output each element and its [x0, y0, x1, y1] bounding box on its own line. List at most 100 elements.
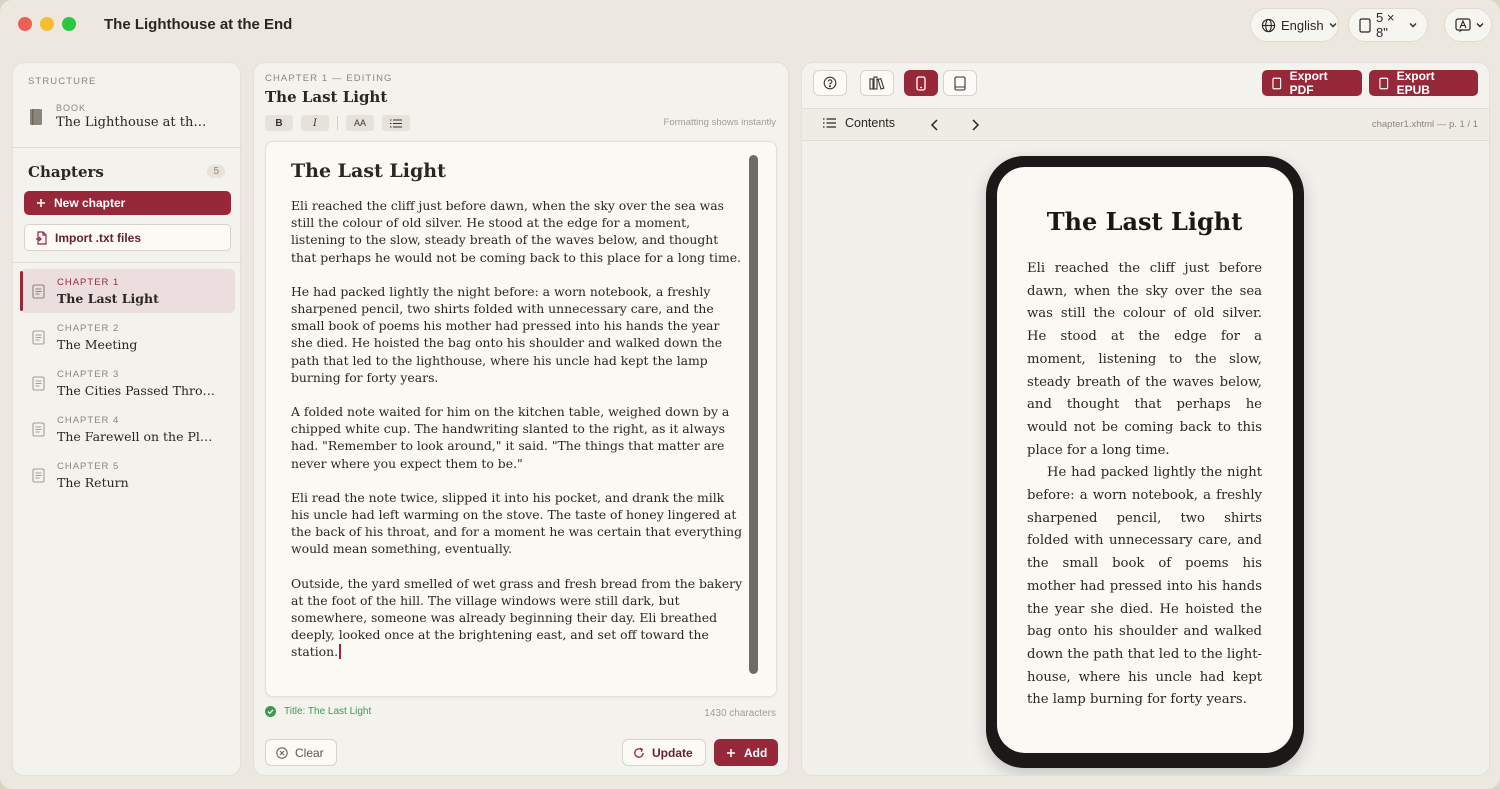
add-label: Add	[744, 745, 768, 760]
editor-scrollbar[interactable]	[749, 155, 758, 674]
preview-stage: The Last Light Eli reached the cliff jus…	[802, 142, 1489, 775]
chapter-editor: CHAPTER 1 — EDITING The Last Light B I A…	[253, 62, 789, 776]
app-window: The Lighthouse at the End English 5 × 8"…	[0, 0, 1500, 789]
editor-paragraph: Outside, the yard smelled of wet grass a…	[291, 575, 743, 660]
preview-navigation: Contents chapter1.xhtml — p. 1 / 1	[802, 108, 1489, 141]
formatting-toolbar: B I AA	[265, 115, 410, 131]
preview-panel: Export PDF Export EPUB Contents chapter1…	[801, 62, 1490, 776]
editor-content: The Last Light Eli reached the cliff jus…	[291, 160, 743, 678]
chapter-label: CHAPTER 3	[57, 368, 120, 380]
contents-label: Contents	[845, 116, 896, 130]
chapter-text-area[interactable]: The Last Light Eli reached the cliff jus…	[265, 141, 777, 697]
check-circle-icon	[265, 706, 276, 717]
file-import-icon	[36, 230, 47, 245]
chapter-item-5[interactable]: CHAPTER 5 The Return	[20, 453, 235, 497]
new-chapter-button[interactable]: New chapter	[24, 191, 231, 215]
chapter-item-3[interactable]: CHAPTER 3 The Cities Passed Throu...	[20, 361, 235, 405]
book-title: The Lighthouse at the E...	[56, 115, 211, 130]
document-icon	[32, 329, 45, 345]
chevron-left-icon	[930, 119, 938, 131]
editor-paragraph: A folded note waited for him on the kitc…	[291, 404, 730, 471]
document-icon	[32, 467, 45, 483]
export-pdf-button[interactable]: Export PDF	[1262, 69, 1362, 97]
pdf-file-icon	[1272, 77, 1282, 89]
divider	[13, 147, 242, 148]
editor-paragraph: Eli reached the cliff just before dawn, …	[291, 198, 741, 265]
export-pdf-label: Export PDF	[1289, 69, 1328, 97]
clear-label: Clear	[295, 745, 324, 760]
chapter-title: The Farewell on the Platf...	[57, 428, 217, 444]
minimize-window-button[interactable]	[40, 17, 54, 31]
formatting-hint: Formatting shows instantly	[663, 117, 776, 128]
close-window-button[interactable]	[18, 17, 32, 31]
chapter-title: The Meeting	[57, 336, 138, 352]
divider	[13, 262, 242, 263]
preview-paragraph: He had packed lightly the night before: …	[1027, 465, 1262, 708]
list-icon	[823, 118, 836, 128]
chapters-heading: Chapters	[28, 163, 104, 181]
next-page-button[interactable]	[967, 117, 983, 133]
update-button[interactable]: Update	[622, 739, 706, 766]
book-item[interactable]: BOOK The Lighthouse at the E...	[28, 103, 211, 130]
chapter-count-badge: 5	[207, 165, 225, 178]
document-icon	[32, 283, 45, 299]
tablet-view-button[interactable]	[943, 70, 977, 96]
books-icon	[869, 76, 885, 90]
chapter-label: CHAPTER 5	[57, 460, 120, 472]
library-view-button[interactable]	[860, 70, 894, 96]
phone-icon	[916, 75, 926, 91]
bold-button[interactable]: B	[265, 115, 293, 131]
globe-icon	[1261, 18, 1276, 32]
document-icon	[32, 375, 45, 391]
page-size-select[interactable]: 5 × 8"	[1348, 8, 1428, 42]
chapter-title: The Cities Passed Throu...	[57, 382, 217, 398]
italic-button[interactable]: I	[301, 115, 329, 131]
chapter-item-2[interactable]: CHAPTER 2 The Meeting	[20, 315, 235, 359]
chapter-item-1[interactable]: CHAPTER 1 The Last Light	[20, 269, 235, 313]
clear-button[interactable]: Clear	[265, 739, 337, 766]
character-count: 1430 characters	[704, 708, 776, 719]
chevron-right-icon	[971, 119, 979, 131]
add-button[interactable]: Add	[714, 739, 778, 766]
title-status-text: Title: The Last Light	[284, 706, 372, 717]
help-icon	[823, 76, 837, 90]
font-menu-button[interactable]	[1444, 8, 1492, 42]
export-epub-button[interactable]: Export EPUB	[1369, 69, 1478, 97]
language-select[interactable]: English	[1250, 8, 1339, 42]
structure-sidebar: STRUCTURE BOOK The Lighthouse at the E..…	[12, 62, 242, 776]
book-label: BOOK	[56, 103, 87, 113]
help-button[interactable]	[813, 70, 847, 96]
language-value: English	[1281, 17, 1324, 33]
title-bar: The Lighthouse at the End English 5 × 8"	[0, 0, 1500, 52]
phone-screen[interactable]: The Last Light Eli reached the cliff jus…	[997, 167, 1293, 753]
zoom-window-button[interactable]	[62, 17, 76, 31]
phone-view-button[interactable]	[904, 70, 938, 96]
update-label: Update	[652, 745, 693, 760]
toolbar-separator	[337, 116, 338, 130]
tablet-icon	[954, 75, 966, 91]
import-label: Import .txt files	[55, 230, 142, 245]
text-size-button[interactable]: AA	[346, 115, 374, 131]
previous-page-button[interactable]	[926, 117, 942, 133]
page-icon	[1359, 17, 1371, 33]
chevron-down-icon	[1476, 23, 1484, 28]
contents-button[interactable]: Contents	[823, 116, 895, 130]
import-txt-button[interactable]: Import .txt files	[24, 224, 231, 251]
plus-icon	[37, 199, 45, 207]
export-epub-label: Export EPUB	[1396, 69, 1435, 97]
chapter-list: CHAPTER 1 The Last Light CHAPTER 2 The M…	[20, 269, 235, 499]
text-format-icon	[1455, 17, 1471, 32]
clear-circle-icon	[276, 746, 288, 759]
chapter-label: CHAPTER 1	[57, 276, 120, 288]
title-status: Title: The Last Light	[265, 706, 371, 717]
book-icon	[30, 109, 42, 125]
page-size-value: 5 × 8"	[1376, 10, 1395, 40]
chevron-down-icon	[1329, 23, 1337, 28]
structure-label: STRUCTURE	[28, 76, 97, 87]
phone-frame: The Last Light Eli reached the cliff jus…	[986, 156, 1304, 768]
preview-content: The Last Light Eli reached the cliff jus…	[1027, 207, 1262, 712]
editor-paragraph: Eli read the note twice, slipped it into…	[291, 489, 743, 557]
refresh-icon	[634, 747, 644, 758]
chapter-item-4[interactable]: CHAPTER 4 The Farewell on the Platf...	[20, 407, 235, 451]
list-button[interactable]	[382, 115, 410, 131]
